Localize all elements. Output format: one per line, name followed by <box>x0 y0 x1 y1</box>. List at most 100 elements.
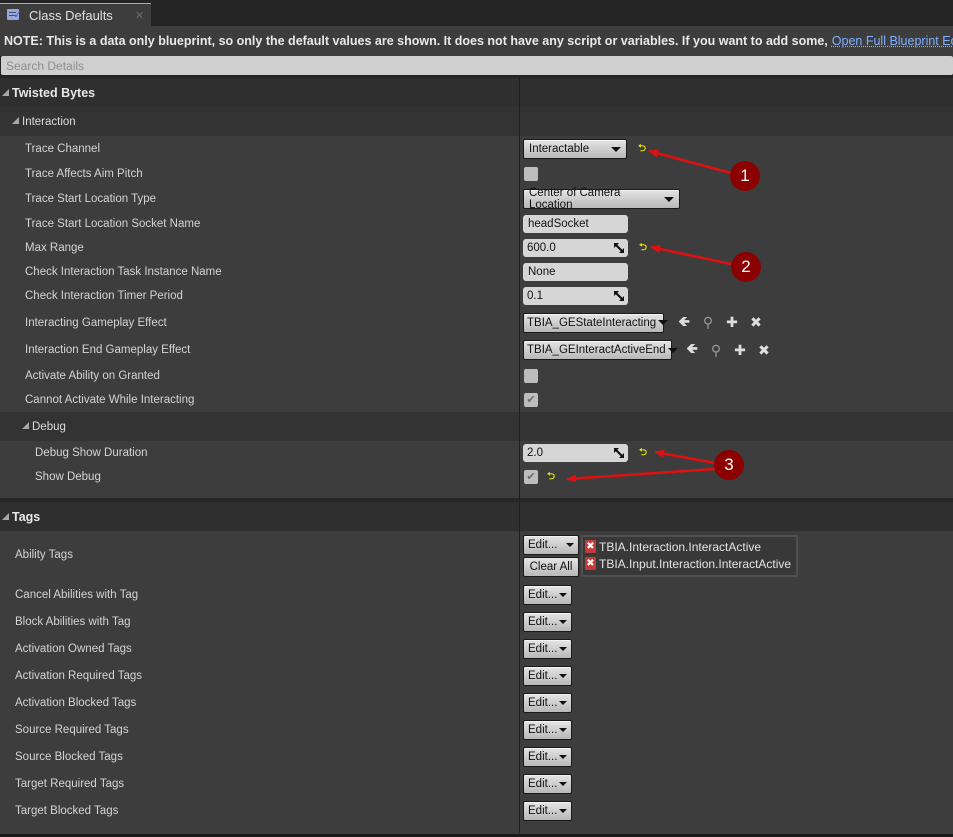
trace-affects-aim-pitch-checkbox[interactable] <box>524 167 538 181</box>
chevron-down-icon <box>559 781 567 786</box>
property-ability-tags: Ability Tags Edit... Clear All ✖ TBIA.Int… <box>0 533 953 579</box>
property-label: Trace Start Location Socket Name <box>25 218 201 230</box>
property-label: Cancel Abilities with Tag <box>15 588 139 601</box>
clear-icon[interactable]: ✖ <box>752 342 776 359</box>
property-label: Interaction End Gameplay Effect <box>25 344 191 356</box>
remove-tag-icon[interactable]: ✖ <box>585 540 596 553</box>
annotation-badge-1: 1 <box>730 161 760 191</box>
add-icon[interactable]: ✚ <box>728 342 752 359</box>
property-label: Trace Channel <box>25 143 101 155</box>
edit-tags-dropdown[interactable]: Edit... <box>523 584 572 605</box>
edit-tags-dropdown[interactable]: Edit... <box>523 746 572 767</box>
tag-list: ✖ TBIA.Interaction.InteractActive ✖ TBIA.I… <box>581 535 798 577</box>
task-instance-name-input[interactable]: None <box>523 263 628 281</box>
close-icon[interactable]: ✕ <box>135 9 144 22</box>
edit-tags-dropdown[interactable]: Edit... <box>523 719 572 740</box>
tag-item: ✖ TBIA.Interaction.InteractActive <box>585 539 762 554</box>
timer-period-input[interactable]: 0.1 <box>523 287 628 305</box>
drag-handle-icon <box>614 448 624 458</box>
property-label: Trace Affects Aim Pitch <box>25 168 143 180</box>
property-show-debug: Show Debug ✔ ⮌ <box>0 465 953 489</box>
tab-class-defaults[interactable]: ✓ Class Defaults ✕ <box>0 3 151 26</box>
category-twisted-bytes[interactable]: Twisted Bytes <box>0 78 953 107</box>
subcategory-interaction[interactable]: Interaction <box>0 107 953 136</box>
property-label: Activate Ability on Granted <box>25 370 160 382</box>
subcategory-debug[interactable]: Debug <box>0 412 953 441</box>
chevron-down-icon <box>667 347 678 353</box>
socket-name-input[interactable]: headSocket <box>523 215 628 233</box>
browse-asset-icon[interactable]: ⚲ <box>696 314 720 331</box>
annotation-badge-2: 2 <box>731 252 761 282</box>
property-label: Target Blocked Tags <box>15 804 119 817</box>
property-label: Show Debug <box>35 471 101 483</box>
collapse-triangle-icon <box>22 421 29 429</box>
edit-tags-dropdown[interactable]: Edit... <box>523 692 572 713</box>
edit-tags-dropdown[interactable]: Edit... <box>523 535 579 555</box>
column-splitter[interactable] <box>519 78 520 833</box>
activate-ability-on-granted-checkbox[interactable] <box>524 369 538 383</box>
property-label: Max Range <box>25 242 84 254</box>
property-label: Interacting Gameplay Effect <box>25 316 167 329</box>
show-debug-checkbox[interactable]: ✔ <box>524 470 538 484</box>
reset-to-default-icon[interactable]: ⮌ <box>638 144 646 154</box>
clear-all-button[interactable]: Clear All <box>523 557 579 577</box>
annotation-badge-3: 3 <box>714 450 744 480</box>
property-tag-row: Activation Blocked Tags Edit... <box>0 689 953 716</box>
search-details-input[interactable] <box>1 56 953 75</box>
property-label: Block Abilities with Tag <box>15 615 131 628</box>
edit-tags-dropdown[interactable]: Edit... <box>523 773 572 794</box>
edit-tags-dropdown[interactable]: Edit... <box>523 800 572 821</box>
chevron-down-icon <box>664 196 674 202</box>
note-text: NOTE: This is a data only blueprint, so … <box>4 34 828 48</box>
debug-show-duration-input[interactable]: 2.0 <box>523 444 628 462</box>
edit-tags-dropdown[interactable]: Edit... <box>523 611 572 632</box>
chevron-down-icon <box>559 727 567 732</box>
use-selected-asset-icon[interactable]: 🡸 <box>672 311 696 335</box>
chevron-down-icon <box>559 673 567 678</box>
blueprint-class-defaults-icon: ✓ <box>7 8 23 22</box>
category-label: Twisted Bytes <box>12 85 96 100</box>
chevron-down-icon <box>559 700 567 705</box>
property-label: Cannot Activate While Interacting <box>25 394 195 406</box>
chevron-down-icon <box>559 646 567 651</box>
interaction-end-gameplay-effect-picker[interactable]: TBIA_GEInteractActiveEnd <box>523 340 678 360</box>
reset-to-default-icon[interactable]: ⮌ <box>639 448 647 458</box>
property-cannot-activate-while-interacting: Cannot Activate While Interacting ✔ <box>0 388 953 412</box>
use-selected-asset-icon[interactable]: 🡸 <box>680 338 704 362</box>
property-check-interaction-timer-period: Check Interaction Timer Period 0.1 <box>0 284 953 308</box>
add-icon[interactable]: ✚ <box>720 314 744 331</box>
property-label: Source Required Tags <box>15 723 129 736</box>
tab-strip: ✓ Class Defaults ✕ <box>0 0 953 26</box>
tag-item: ✖ TBIA.Input.Interaction.InteractActive <box>585 556 792 571</box>
property-trace-start-location-socket-name: Trace Start Location Socket Name headSoc… <box>0 212 953 236</box>
property-trace-channel: Trace Channel Interactable ⮌ <box>0 137 953 161</box>
cannot-activate-while-interacting-checkbox[interactable]: ✔ <box>524 393 538 407</box>
category-tags[interactable]: Tags <box>0 502 953 531</box>
chevron-down-icon <box>559 754 567 759</box>
drag-handle-icon <box>614 291 624 301</box>
property-check-interaction-task-instance-name: Check Interaction Task Instance Name Non… <box>0 260 953 284</box>
property-tag-row: Cancel Abilities with Tag Edit... <box>0 581 953 608</box>
property-label: Check Interaction Task Instance Name <box>25 266 222 278</box>
max-range-input[interactable]: 600.0 <box>523 239 628 257</box>
interacting-gameplay-effect-picker[interactable]: TBIA_GEStateInteracting <box>523 312 669 333</box>
edit-tags-dropdown[interactable]: Edit... <box>523 665 572 686</box>
property-debug-show-duration: Debug Show Duration 2.0 ⮌ <box>0 441 953 465</box>
edit-tags-dropdown[interactable]: Edit... <box>523 638 572 659</box>
tab-label: Class Defaults <box>29 7 113 23</box>
reset-to-default-icon[interactable]: ⮌ <box>639 243 647 253</box>
remove-tag-icon[interactable]: ✖ <box>585 557 596 570</box>
open-full-blueprint-editor-link[interactable]: Open Full Blueprint Editor <box>832 34 953 48</box>
property-label: Check Interaction Timer Period <box>25 290 183 302</box>
browse-asset-icon[interactable]: ⚲ <box>704 342 728 359</box>
chevron-down-icon <box>559 808 567 813</box>
trace-start-location-type-dropdown[interactable]: Center of Camera Location <box>523 187 680 211</box>
collapse-triangle-icon <box>2 88 9 96</box>
clear-icon[interactable]: ✖ <box>744 314 768 331</box>
property-tag-row: Source Required Tags Edit... <box>0 716 953 743</box>
trace-channel-dropdown[interactable]: Interactable <box>523 139 627 159</box>
reset-to-default-icon[interactable]: ⮌ <box>547 472 555 482</box>
subcategory-label: Debug <box>32 420 66 433</box>
property-tag-row: Source Blocked Tags Edit... <box>0 743 953 770</box>
category-label: Tags <box>12 509 41 524</box>
